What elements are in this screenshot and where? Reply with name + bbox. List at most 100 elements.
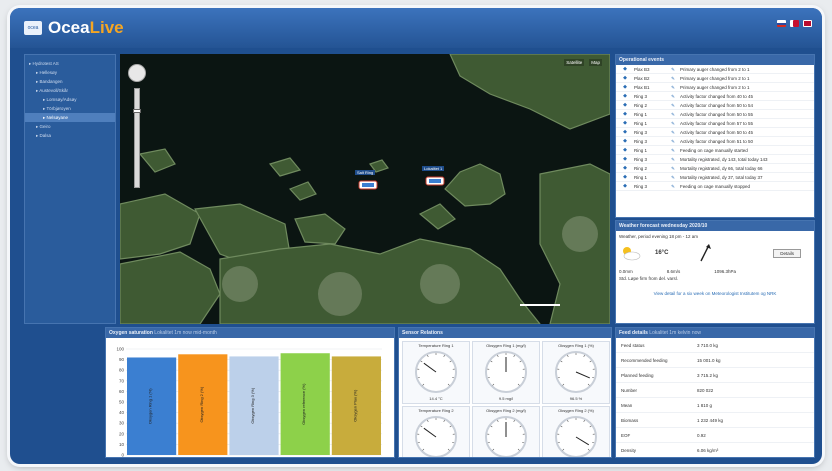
bar-category-label: Oksygen Ring 3 (%): [250, 387, 255, 423]
language-flags: [777, 20, 812, 27]
tree-item[interactable]: ▸ Austevoll/Skår: [25, 86, 115, 95]
edit-icon[interactable]: ✎: [666, 119, 680, 127]
tree-item[interactable]: ▸ Nelsøyane: [25, 113, 115, 122]
map-layer-toggle: Satellite Map: [564, 59, 602, 66]
gauge-title: Temperature Ring 2: [418, 408, 454, 413]
event-text: Activity factor changed from 51 to 50: [680, 139, 754, 144]
cage-marker-icon[interactable]: [358, 180, 378, 190]
event-text: Primary auger changed from 2 to 1: [680, 85, 750, 90]
event-row: ◆ Ring 3 ✎ Activity factor changed from 51 …: [616, 137, 814, 146]
event-text: Primary auger changed from 2 to 1: [680, 76, 750, 81]
sensor-title: Sensor Relations: [399, 328, 611, 338]
gauge-card[interactable]: Oksygen Ring 2 (mg/l)9.4 mg/l: [472, 406, 540, 457]
events-list: ◆ Plax B3 ✎ Primary auger changed from 2 to…: [616, 65, 814, 191]
pan-control-icon[interactable]: [128, 64, 146, 82]
bar-category-label: Oksygen Ring 1 (%): [148, 388, 153, 424]
edit-icon[interactable]: ✎: [666, 83, 680, 91]
event-text: Feeding on cage manually stopped: [680, 184, 751, 189]
event-row: ◆ Plax B3 ✎ Primary auger changed from 2 to…: [616, 65, 814, 74]
edit-icon[interactable]: ✎: [666, 92, 680, 100]
weather-link[interactable]: View detail for a six week on Meteorolog…: [619, 291, 811, 296]
edit-icon[interactable]: ✎: [666, 155, 680, 163]
feed-key: Mean: [621, 402, 633, 408]
events-title: Operational events: [616, 55, 814, 65]
event-text: Primary auger changed from 2 to 1: [680, 67, 750, 72]
tree-item-label: Hellesøy: [39, 70, 58, 75]
edit-icon[interactable]: ✎: [666, 164, 680, 172]
tree-item[interactable]: ▸ Törbjøroyen: [25, 104, 115, 113]
zoom-handle[interactable]: [133, 109, 141, 113]
event-text: Activity factor changed from 50 to 54: [680, 103, 754, 108]
event-cage: Ring 2: [634, 166, 648, 171]
edit-icon[interactable]: ✎: [666, 74, 680, 82]
y-tick-label: 60: [119, 389, 125, 394]
wind-direction-icon: [700, 244, 712, 262]
event-row: ◆ Ring 1 ✎ Mortality registrated, dy 37, to…: [616, 173, 814, 182]
event-type-icon: ◆: [623, 138, 627, 144]
feed-title: Feed details: [619, 330, 648, 336]
tree-item[interactable]: ▸ Lomsøy/Adsøy: [25, 95, 115, 104]
event-text: Activity factor changed from 50 to 45: [680, 130, 754, 135]
event-text: Activity factor changed from 50 to 55: [680, 112, 754, 117]
weather-details-button[interactable]: Details: [773, 248, 801, 258]
flag-icon[interactable]: [803, 20, 812, 27]
feed-row: EOF 0.92: [616, 428, 814, 443]
tree-item[interactable]: ▸ Hydrotest AS: [25, 59, 115, 68]
feed-row: Number 820 022: [616, 383, 814, 398]
tree-item-label: Törbjøroyen: [46, 106, 71, 111]
gauge-title: Temperature Ring 1: [418, 343, 454, 348]
feed-value: 1 810 g: [697, 402, 713, 408]
edit-icon[interactable]: ✎: [666, 101, 680, 109]
event-row: ◆ Ring 2 ✎ Activity factor changed from 50 …: [616, 101, 814, 110]
event-cage: Ring 1: [634, 112, 648, 117]
gauge-card[interactable]: Temperature Ring 1 14.4 °C: [402, 341, 470, 404]
edit-icon[interactable]: ✎: [666, 173, 680, 181]
edit-icon[interactable]: ✎: [666, 128, 680, 136]
edit-icon[interactable]: ✎: [666, 137, 680, 145]
event-row: ◆ Ring 1 ✎ Feeding on cage manually started: [616, 146, 814, 155]
tree-item-label: Nelsøyane: [46, 115, 69, 120]
oxygen-subtitle: Lokalitet 1m now mid-month: [154, 330, 217, 336]
site-tree: ▸ Hydrotest AS ▸ Hellesøy ▸ Bandangen ▸ Aus…: [24, 54, 116, 324]
flag-icon[interactable]: [777, 20, 786, 27]
tree-item[interactable]: ▸ Hellesøy: [25, 68, 115, 77]
event-cage: Ring 3: [634, 157, 648, 162]
gauge-value: 14.4 °C: [429, 396, 443, 401]
event-text: Mortality registrated, dy 37, total toda…: [680, 175, 763, 180]
cage-marker-icon[interactable]: [425, 176, 445, 186]
tree-item[interactable]: ▸ Dalsa: [25, 131, 115, 140]
weather-rain: 0.0mm: [619, 269, 633, 274]
event-text: Feeding on cage manually started: [680, 148, 748, 153]
gauge-card[interactable]: Oksygen Ring 1 (%) 96.5 %: [542, 341, 610, 404]
flag-icon[interactable]: [790, 20, 799, 27]
tree-list: ▸ Hydrotest AS ▸ Hellesøy ▸ Bandangen ▸ Aus…: [25, 55, 115, 140]
gauge-card[interactable]: Oksygen Ring 2 (%)98.5 %: [542, 406, 610, 457]
feed-row: Density 6.06 kg/m³: [616, 443, 814, 457]
y-tick-label: 90: [119, 357, 125, 362]
feed-header: Feed details Lokalitet 1m kelvin now: [616, 328, 814, 338]
y-tick-label: 0: [121, 453, 124, 458]
edit-icon[interactable]: ✎: [666, 182, 680, 190]
tree-item[interactable]: ▸ Bandangen: [25, 77, 115, 86]
event-cage: Ring 1: [634, 148, 648, 153]
feed-row: Feed status 3 710.0 kg: [616, 338, 814, 353]
edit-icon[interactable]: ✎: [666, 146, 680, 154]
edit-icon[interactable]: ✎: [666, 65, 680, 73]
event-row: ◆ Ring 1 ✎ Activity factor changed from 50 …: [616, 110, 814, 119]
edit-icon[interactable]: ✎: [666, 110, 680, 118]
satellite-map[interactable]: Satellite Map Salt Ring Lokalitet 1: [120, 54, 610, 324]
map-scale-bar: [520, 304, 560, 306]
tree-item[interactable]: ▸ Geiro: [25, 122, 115, 131]
gauge-card[interactable]: Temperature Ring 214 °C: [402, 406, 470, 457]
feed-key: EOF: [621, 432, 631, 438]
map-type-satellite[interactable]: Satellite: [564, 59, 585, 66]
map-type-map[interactable]: Map: [589, 59, 602, 66]
tree-item-label: Geiro: [39, 124, 51, 129]
feed-value: 1 232 449 kg: [697, 417, 724, 423]
zoom-slider[interactable]: [133, 88, 141, 188]
gauge-card[interactable]: Oksygen Ring 1 (mg/l) 9.5 mg/l: [472, 341, 540, 404]
tree-item-label: Dalsa: [39, 133, 52, 138]
y-tick-label: 80: [119, 368, 125, 373]
y-tick-label: 20: [119, 431, 125, 436]
event-row: ◆ Ring 3 ✎ Activity factor changed from 40 …: [616, 92, 814, 101]
